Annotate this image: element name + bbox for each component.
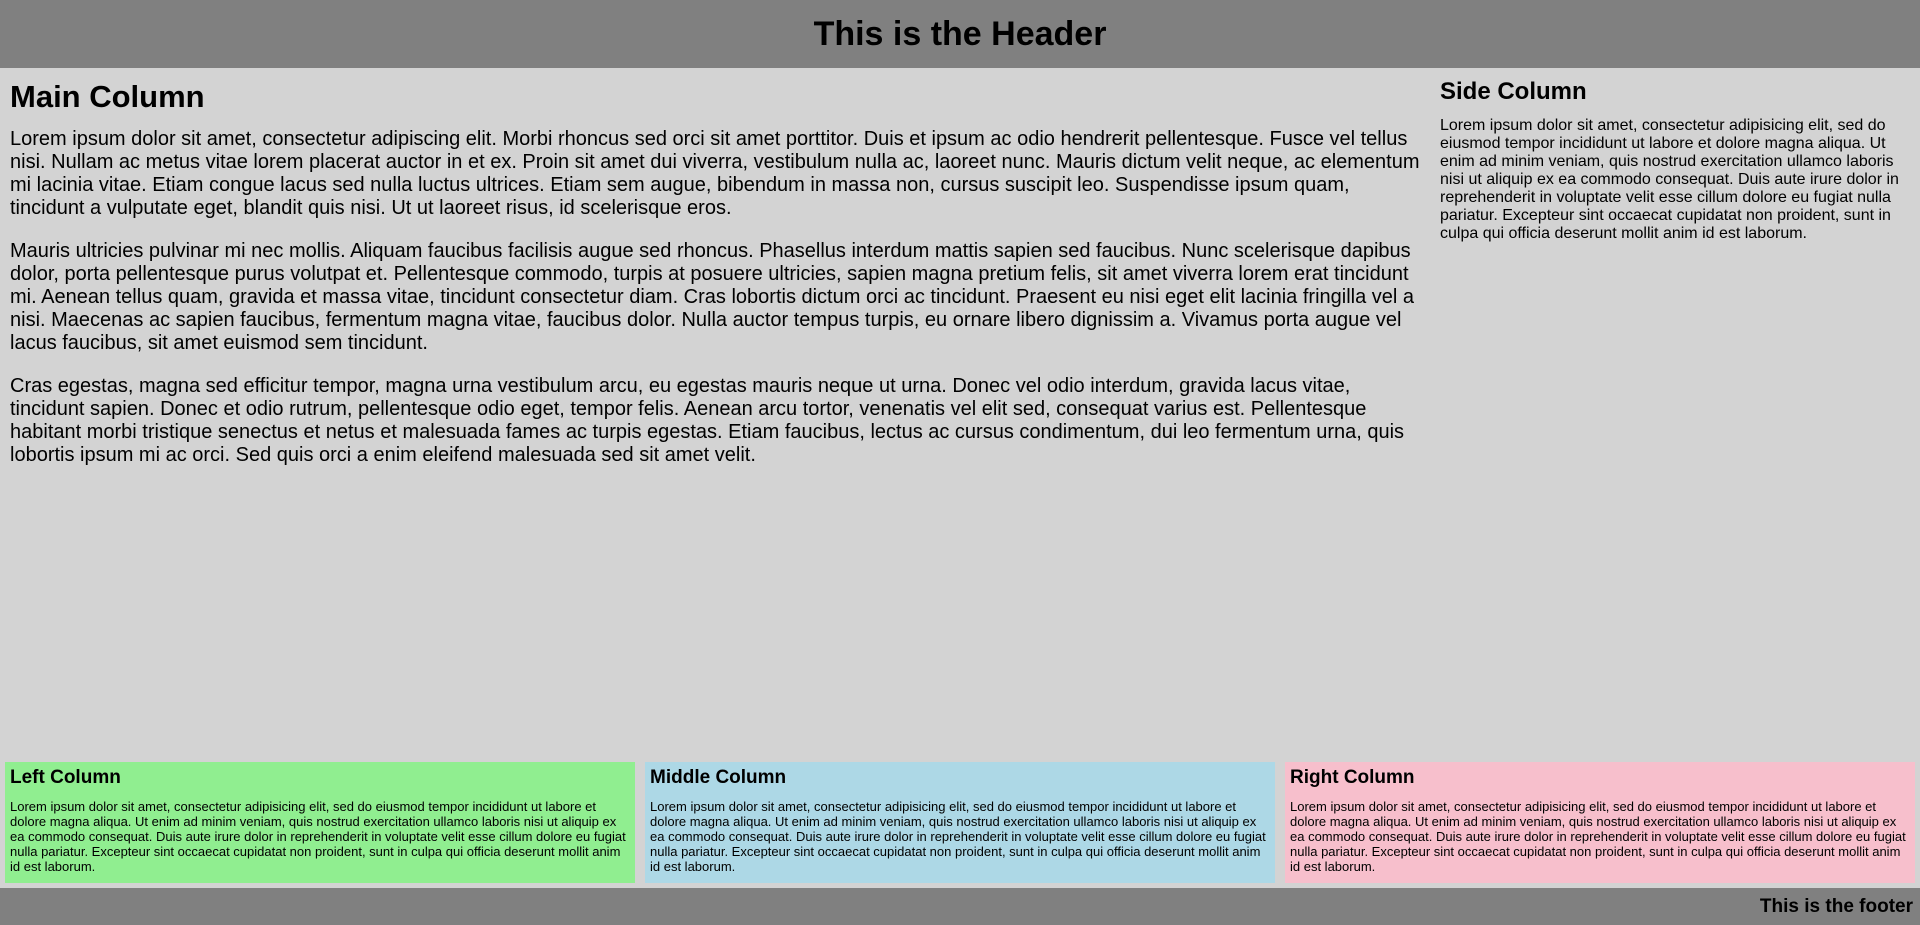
main-paragraph-3: Cras egestas, magna sed efficitur tempor… (10, 375, 1405, 467)
left-column-text: Lorem ipsum dolor sit amet, consectetur … (10, 798, 626, 874)
right-column-text: Lorem ipsum dolor sit amet, consectetur … (1290, 798, 1906, 874)
footer-text: This is the footer (1759, 895, 1913, 917)
main-column-heading: Main Column (10, 79, 205, 114)
main-column: Main Column Lorem ipsum dolor sit amet, … (10, 76, 1425, 756)
header: This is the Header (0, 0, 1920, 68)
middle-column: Middle Column Lorem ipsum dolor sit amet… (645, 762, 1275, 883)
main-paragraph-1: Lorem ipsum dolor sit amet, consectetur … (10, 128, 1420, 220)
left-column: Left Column Lorem ipsum dolor sit amet, … (5, 762, 635, 883)
bottom-columns: Left Column Lorem ipsum dolor sit amet, … (5, 762, 1915, 883)
right-column: Right Column Lorem ipsum dolor sit amet,… (1285, 762, 1915, 883)
middle-column-text: Lorem ipsum dolor sit amet, consectetur … (650, 798, 1266, 874)
side-column: Side Column Lorem ipsum dolor sit amet, … (1440, 76, 1910, 756)
side-column-heading: Side Column (1440, 78, 1587, 105)
header-title: This is the Header (813, 15, 1107, 53)
middle-column-heading: Middle Column (650, 767, 787, 788)
right-column-heading: Right Column (1290, 767, 1415, 788)
left-column-heading: Left Column (10, 767, 121, 788)
page: This is the Header Main Column Lorem ips… (0, 0, 1920, 925)
main-paragraph-2: Mauris ultricies pulvinar mi nec mollis.… (10, 240, 1415, 355)
footer: This is the footer (0, 888, 1920, 925)
side-column-text: Lorem ipsum dolor sit amet, consectetur … (1440, 117, 1899, 243)
